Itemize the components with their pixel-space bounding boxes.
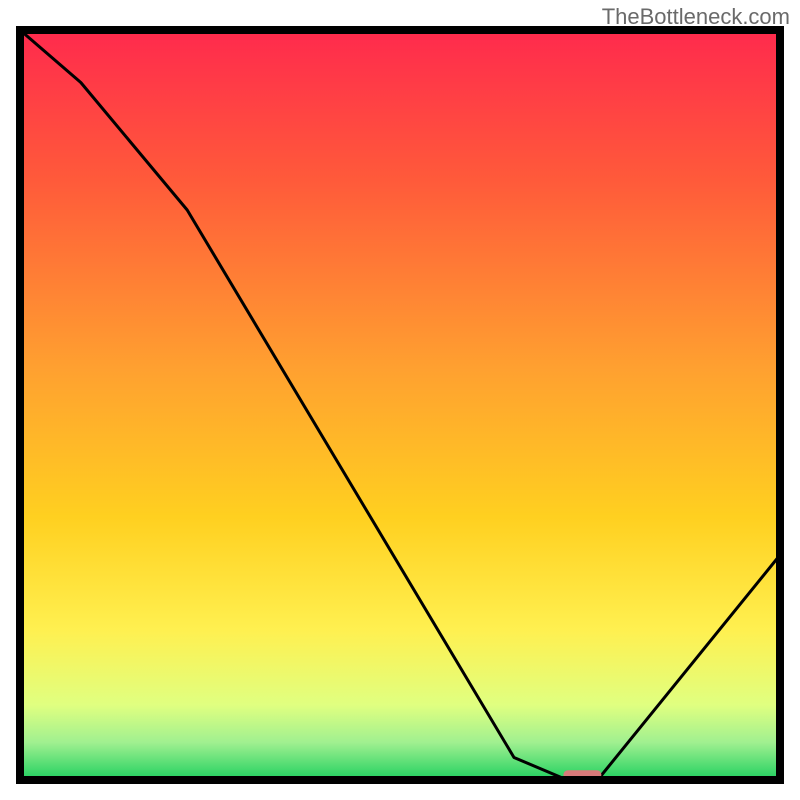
watermark-text: TheBottleneck.com bbox=[602, 4, 790, 30]
bottleneck-chart: TheBottleneck.com bbox=[0, 0, 800, 800]
chart-svg bbox=[0, 0, 800, 800]
plot-background bbox=[20, 30, 780, 780]
